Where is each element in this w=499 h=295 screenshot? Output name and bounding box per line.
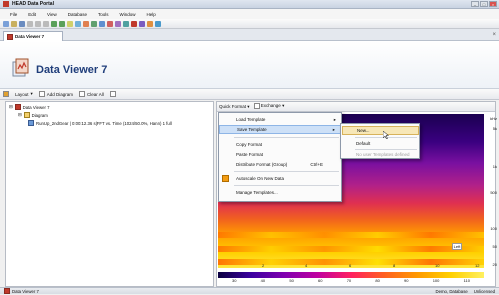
- harmonic-band: [218, 246, 484, 252]
- clear-all-button[interactable]: Clear All: [79, 91, 104, 97]
- settings-icon[interactable]: [99, 20, 105, 27]
- submenu-item-no-templates: No user Templates defined: [356, 152, 410, 157]
- menu-view[interactable]: View: [47, 12, 57, 17]
- menu-tools[interactable]: Tools: [98, 12, 109, 17]
- quick-format-button[interactable]: Quick Format ▾: [219, 104, 250, 110]
- record-icon[interactable]: [107, 20, 113, 27]
- tree-root[interactable]: ⊟ Data Viewer 7: [9, 104, 50, 110]
- menu-item-autoscale[interactable]: Autoscale On New Data: [219, 174, 341, 183]
- viewer-header: Data Viewer 7: [0, 41, 499, 89]
- status-bar: Data Viewer 7 Demo, Database Unlicensed: [0, 287, 499, 294]
- submenu-arrow-icon: ▸: [333, 116, 336, 122]
- redo-icon[interactable]: [59, 20, 65, 27]
- tab-data-viewer-7[interactable]: Data Viewer 7: [3, 31, 63, 41]
- layout-button[interactable]: Layout ▾: [15, 91, 33, 97]
- channel-icon: [28, 120, 34, 126]
- maximize-icon[interactable]: □: [480, 1, 488, 7]
- close-icon[interactable]: ×: [489, 1, 497, 7]
- menu-bar: File Edit View Database Tools Window Hel…: [0, 9, 499, 19]
- chart-icon[interactable]: [83, 20, 89, 27]
- menu-item-copy-format[interactable]: Copy Format: [219, 140, 341, 149]
- viewer-tab-icon: [7, 33, 13, 40]
- open-icon[interactable]: [11, 20, 17, 27]
- database-icon[interactable]: [75, 20, 81, 27]
- tool-icon[interactable]: [147, 20, 153, 27]
- color-scale-ticks: 30 40 50 60 70 80 90 100 110: [232, 278, 470, 283]
- mouse-cursor-icon: [383, 131, 389, 139]
- new-icon[interactable]: [3, 20, 9, 27]
- status-database[interactable]: Demo, Database: [435, 289, 467, 294]
- filter-icon[interactable]: [115, 20, 121, 27]
- harmonic-band: [218, 232, 484, 238]
- menu-help[interactable]: Help: [147, 12, 156, 17]
- clear-all-icon: [79, 91, 86, 97]
- menu-separator: [234, 171, 339, 172]
- viewer-menu-icon[interactable]: [3, 91, 9, 97]
- window-controls: – □ ×: [471, 1, 497, 7]
- tree-panel: ⊟ Data Viewer 7 ⊟ Diagram RunUp_2ndGear …: [5, 101, 214, 287]
- menu-separator: [234, 137, 339, 138]
- quick-format-menu: Load Template ▸ Save Template ▸ Copy Forma…: [218, 112, 342, 202]
- menu-item-load-template[interactable]: Load Template ▸: [219, 115, 341, 124]
- window-titlebar: HEAD Data Portal: [0, 0, 499, 9]
- menu-item-manage-templates[interactable]: Manage Templates...: [219, 188, 341, 197]
- main-toolbar: [0, 19, 499, 29]
- diagram-node-icon: [23, 112, 30, 118]
- diagram-toolbar: Quick Format ▾ Exchange ▾: [217, 102, 495, 112]
- export-icon[interactable]: [123, 20, 129, 27]
- submenu-item-default[interactable]: Default: [342, 139, 419, 148]
- app-logo-icon: [3, 1, 9, 7]
- page-title: Data Viewer 7: [36, 64, 108, 76]
- tab-close-icon[interactable]: ×: [492, 32, 496, 38]
- paste-icon[interactable]: [43, 20, 49, 27]
- menu-item-paste-format[interactable]: Paste Format: [219, 150, 341, 159]
- undo-icon[interactable]: [51, 20, 57, 27]
- x-axis: 2 4 6 8 10 12: [262, 263, 480, 268]
- add-diagram-icon: [38, 91, 45, 97]
- menu-file[interactable]: File: [10, 12, 17, 17]
- app-title: HEAD Data Portal: [12, 1, 54, 7]
- submenu-arrow-icon: ▸: [332, 126, 335, 132]
- cut-icon[interactable]: [27, 20, 33, 27]
- channel-label: Left: [452, 243, 462, 250]
- save-icon[interactable]: [19, 20, 25, 27]
- menu-separator: [234, 185, 339, 186]
- menu-database[interactable]: Database: [68, 12, 87, 17]
- add-diagram-button[interactable]: Add Diagram: [38, 91, 73, 97]
- status-left: Data Viewer 7: [12, 288, 39, 294]
- tab-label: Data Viewer 7: [15, 34, 45, 39]
- refresh-icon[interactable]: [109, 91, 116, 97]
- checked-icon: [222, 175, 229, 182]
- y-axis: kHz 5k 1k 500 100 50 20: [490, 116, 497, 267]
- save-template-submenu: New... Default No user Templates defined: [340, 123, 420, 159]
- report-icon[interactable]: [131, 20, 137, 27]
- menu-edit[interactable]: Edit: [28, 12, 36, 17]
- folder-icon[interactable]: [67, 20, 73, 27]
- collapse-icon[interactable]: ⊟: [18, 112, 22, 118]
- exchange-button[interactable]: Exchange ▾: [253, 103, 284, 110]
- tree-item-runup[interactable]: RunUp_2ndGear | 0:00:12.36 s|FFT vs. Tim…: [28, 120, 172, 126]
- tree-diagram[interactable]: ⊟ Diagram: [18, 112, 48, 118]
- status-license[interactable]: Unlicensed: [474, 289, 495, 294]
- copy-icon[interactable]: [35, 20, 41, 27]
- window-icon[interactable]: [155, 20, 161, 27]
- play-icon[interactable]: [91, 20, 97, 27]
- data-viewer-icon: [12, 58, 29, 77]
- minimize-icon[interactable]: –: [471, 1, 479, 7]
- viewer-toolbar: Layout ▾ Add Diagram Clear All: [0, 89, 499, 100]
- info-icon[interactable]: [139, 20, 145, 27]
- menu-item-distribute-format[interactable]: Distribute Format (Group) Ctrl+E: [219, 160, 341, 169]
- viewer-node-icon: [14, 104, 21, 110]
- submenu-item-new[interactable]: New...: [342, 126, 419, 135]
- collapse-icon[interactable]: ⊟: [9, 104, 13, 110]
- menu-item-save-template[interactable]: Save Template ▸: [219, 125, 341, 134]
- document-tabs: Data Viewer 7 ×: [0, 29, 499, 41]
- status-viewer-icon: [4, 288, 10, 294]
- menu-window[interactable]: Window: [120, 12, 136, 17]
